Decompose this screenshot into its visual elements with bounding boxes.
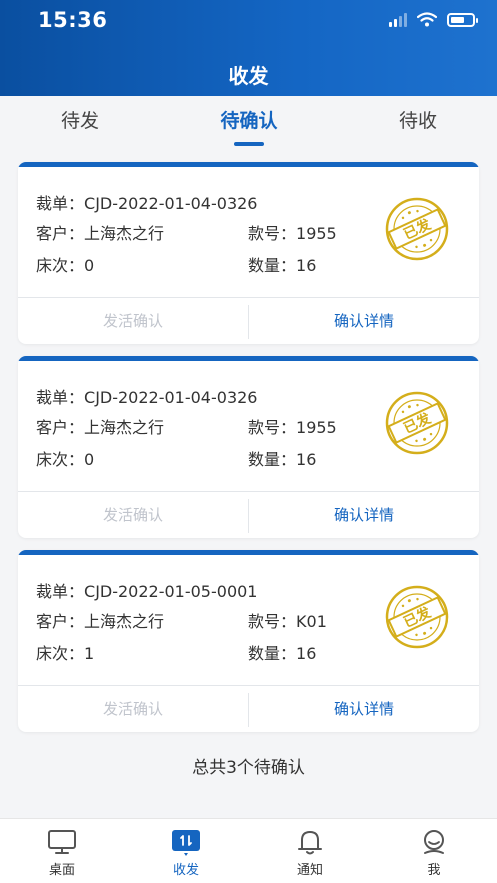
- customer-row: 客户：上海杰之行: [36, 418, 165, 437]
- bed-number-row: 床次：1: [36, 644, 95, 663]
- bottom-nav: 桌面 收发 通知 我: [0, 818, 497, 883]
- quantity-row: 数量：16: [248, 450, 317, 469]
- nav-transfer[interactable]: 收发: [124, 819, 248, 883]
- confirm-detail-button[interactable]: 确认详情: [249, 492, 479, 538]
- bell-icon: [298, 831, 322, 855]
- transfer-icon: [172, 830, 200, 856]
- tab-pending-confirm[interactable]: 待确认: [199, 106, 299, 133]
- page-title: 收发: [228, 64, 269, 88]
- confirm-detail-button[interactable]: 确认详情: [249, 686, 479, 732]
- app-header: 15:36 收发: [0, 0, 497, 96]
- sent-stamp-icon: 已发: [385, 197, 449, 261]
- active-tab-indicator: [234, 142, 264, 146]
- confirm-detail-button[interactable]: 确认详情: [249, 298, 479, 344]
- user-icon: [424, 830, 444, 854]
- style-number-row: 款号：1955: [248, 418, 337, 437]
- tab-pending-receive[interactable]: 待收: [378, 106, 458, 133]
- battery-icon: [447, 12, 478, 27]
- status-time: 15:36: [38, 8, 108, 32]
- order-card: 裁单：CJD-2022-01-04-0326 客户：上海杰之行 款号：1955 …: [18, 162, 479, 344]
- sent-stamp-icon: 已发: [385, 585, 449, 649]
- customer-row: 客户：上海杰之行: [36, 612, 165, 631]
- order-card: 裁单：CJD-2022-01-05-0001 客户：上海杰之行 款号：K01 床…: [18, 550, 479, 732]
- customer-row: 客户：上海杰之行: [36, 224, 165, 243]
- bed-number-row: 床次：0: [36, 450, 95, 469]
- order-card: 裁单：CJD-2022-01-04-0326 客户：上海杰之行 款号：1955 …: [18, 356, 479, 538]
- bed-number-row: 床次：0: [36, 256, 95, 275]
- nav-notifications[interactable]: 通知: [248, 819, 372, 883]
- tab-pending-send[interactable]: 待发: [40, 106, 120, 133]
- send-confirm-button[interactable]: 发活确认: [18, 492, 248, 538]
- send-confirm-button[interactable]: 发活确认: [18, 298, 248, 344]
- quantity-row: 数量：16: [248, 644, 317, 663]
- style-number-row: 款号：1955: [248, 224, 337, 243]
- cut-order-row: 裁单：CJD-2022-01-04-0326: [36, 194, 258, 213]
- nav-desktop[interactable]: 桌面: [0, 819, 124, 883]
- cut-order-row: 裁单：CJD-2022-01-04-0326: [36, 388, 258, 407]
- cut-order-row: 裁单：CJD-2022-01-05-0001: [36, 582, 258, 601]
- send-confirm-button[interactable]: 发活确认: [18, 686, 248, 732]
- nav-label: 我: [427, 863, 441, 878]
- sent-stamp-icon: 已发: [385, 391, 449, 455]
- total-pending-count: 总共3个待确认: [192, 758, 305, 778]
- nav-label: 桌面: [48, 863, 75, 878]
- nav-label: 收发: [172, 863, 199, 878]
- nav-label: 通知: [296, 863, 323, 878]
- status-icons: [389, 12, 478, 27]
- style-number-row: 款号：K01: [248, 612, 327, 631]
- nav-me[interactable]: 我: [372, 819, 496, 883]
- desktop-icon: [48, 830, 76, 854]
- wifi-icon: [417, 12, 437, 27]
- quantity-row: 数量：16: [248, 256, 317, 275]
- signal-icon: [389, 12, 407, 27]
